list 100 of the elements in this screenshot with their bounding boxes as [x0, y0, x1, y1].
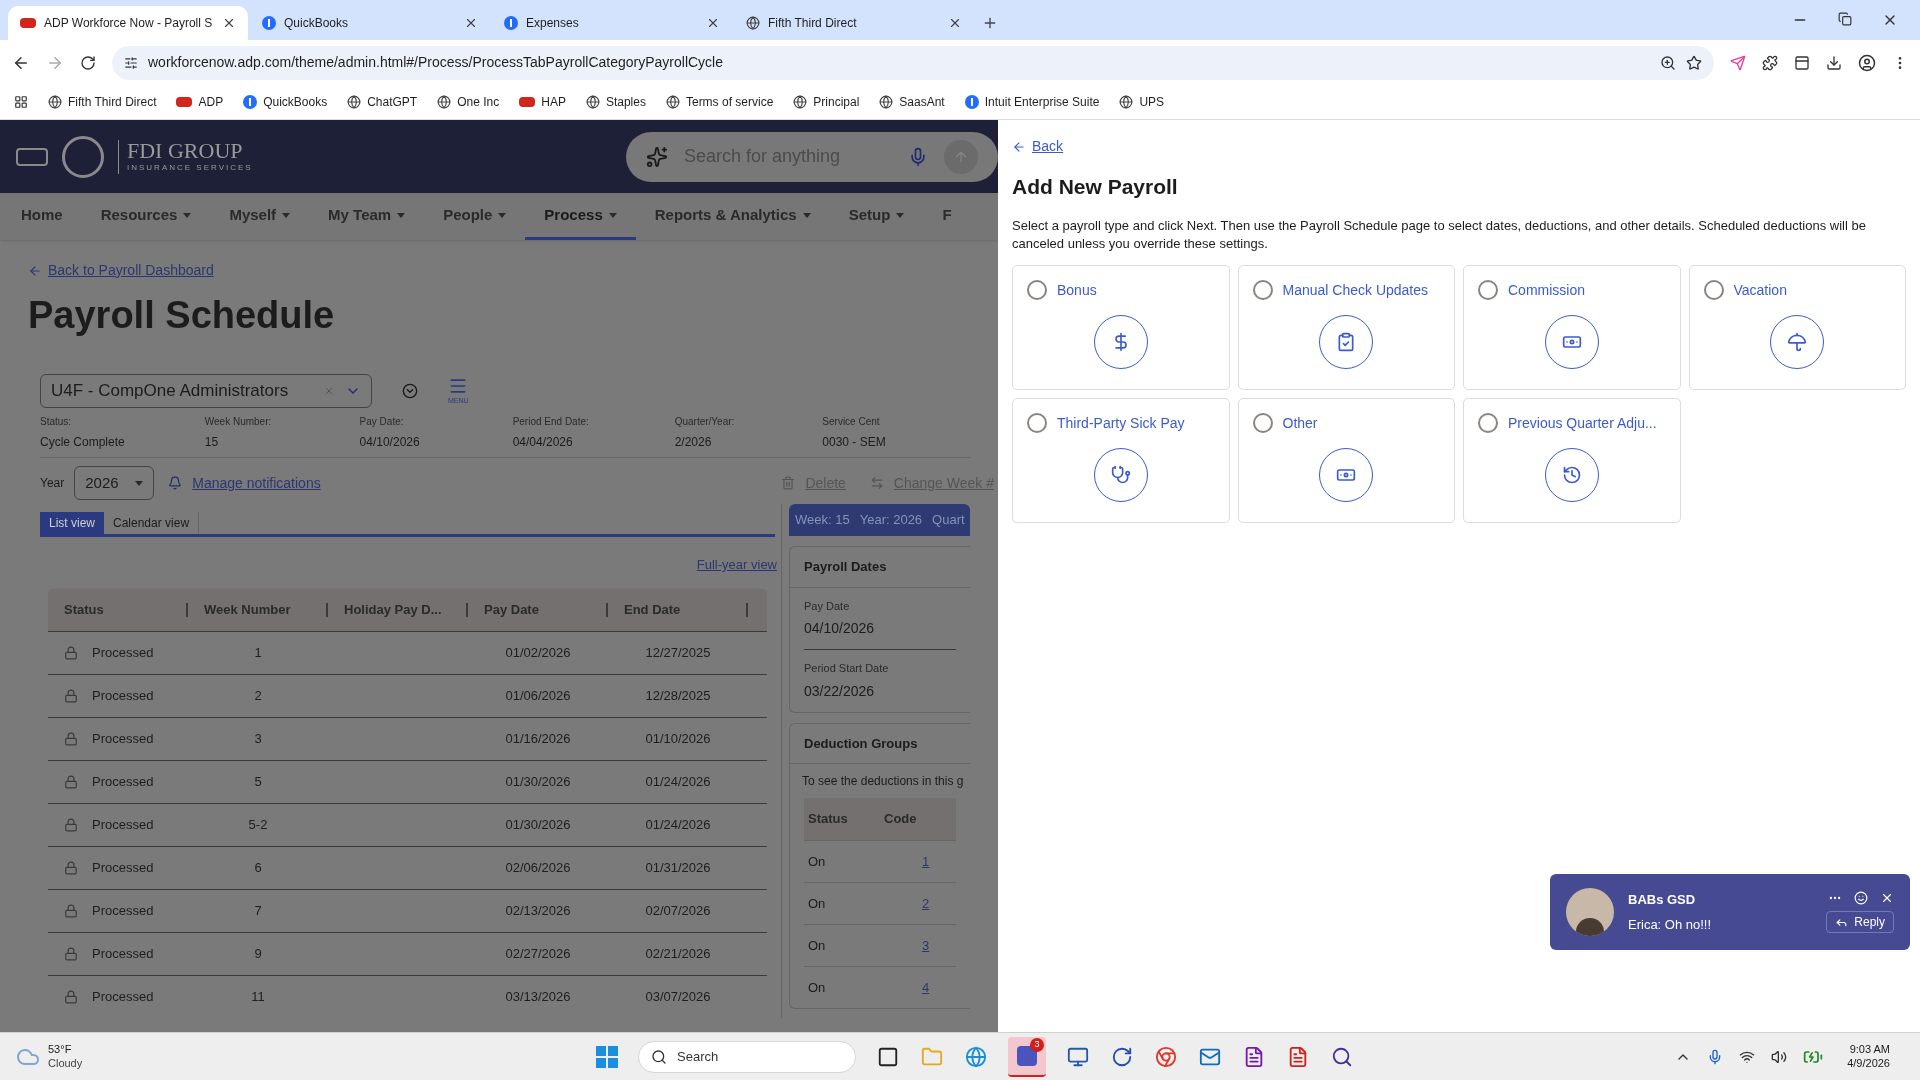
nav-tab[interactable]: Home	[2, 193, 82, 240]
radio-button[interactable]	[1027, 280, 1047, 300]
close-tab-icon[interactable]	[464, 16, 478, 30]
payroll-type-card[interactable]: Other	[1237, 397, 1455, 523]
back-link[interactable]: Back	[1012, 136, 1906, 157]
payroll-type-card[interactable]: Previous Quarter Adju...	[1463, 397, 1681, 523]
clock[interactable]: 9:03 AM 4/9/2026	[1847, 1042, 1890, 1071]
bookmark-item[interactable]: QuickBooks	[243, 93, 328, 111]
bookmark-item[interactable]: ADP	[176, 93, 224, 111]
mic-icon[interactable]	[908, 146, 928, 167]
column-header: Week Number	[204, 600, 291, 619]
company-value: U4F - CompOne Administrators	[51, 380, 290, 403]
status-cell-text: On	[807, 936, 827, 955]
nav-tab[interactable]: My Team	[309, 193, 425, 240]
address-bar[interactable]: workforcenow.adp.com/theme/admin.html#/Process/ProcessTabPayrollCategoryPayrollCycle	[112, 45, 1714, 80]
week-cell-text: 11	[251, 987, 265, 1006]
radio-button[interactable]	[1478, 280, 1498, 300]
close-tab-icon[interactable]	[222, 16, 236, 30]
bookmark-item[interactable]: Terms of service	[665, 93, 774, 111]
status-cell-text: Processed	[92, 815, 154, 834]
view-tab[interactable]: List view	[40, 512, 104, 534]
volume-icon[interactable]	[1771, 1048, 1788, 1065]
bookmark-item[interactable]: UPS	[1119, 93, 1165, 111]
browser-tab[interactable]: Expenses	[492, 6, 732, 40]
new-tab-icon[interactable]	[982, 15, 998, 31]
view-tab[interactable]: Calendar view	[104, 512, 200, 534]
bell-icon	[168, 476, 183, 490]
payroll-type-card[interactable]: Vacation	[1688, 264, 1906, 390]
tab-title: ADP Workforce Now - Payroll S	[44, 15, 214, 32]
bookmark-item[interactable]: Staples	[585, 93, 646, 111]
restore-icon[interactable]	[1838, 12, 1852, 26]
bookmark-item[interactable]: One Inc	[437, 93, 500, 111]
start-icon[interactable]	[596, 1045, 618, 1068]
browser-tab[interactable]: QuickBooks	[250, 6, 490, 40]
radio-button[interactable]	[1478, 413, 1498, 433]
field-value: 2/2026	[674, 434, 713, 451]
search-placeholder: Search	[677, 1047, 719, 1066]
radio-button[interactable]	[1252, 280, 1273, 300]
extensions-icon[interactable]	[1762, 54, 1778, 71]
bookmark-item[interactable]: Intuit Enterprise Suite	[964, 93, 1100, 111]
radio-button[interactable]	[1027, 413, 1047, 433]
close-tab-icon[interactable]	[948, 16, 962, 30]
profile-icon[interactable]	[1858, 53, 1876, 72]
bookmark-item[interactable]: Principal	[793, 93, 860, 111]
payroll-type-card[interactable]: Bonus	[1012, 264, 1230, 390]
week-cell-text: 2	[254, 686, 262, 705]
teams-icon[interactable]: 3	[1008, 1036, 1046, 1077]
nav-tab[interactable]: Resources	[81, 193, 211, 240]
bookmark-item[interactable]: ChatGPT	[347, 93, 418, 111]
extension-icon[interactable]	[1730, 54, 1746, 71]
bookmark-item[interactable]: SaasAnt	[879, 93, 945, 111]
status-cell-text: On	[807, 894, 827, 913]
download-icon[interactable]	[1826, 54, 1842, 71]
close-icon[interactable]	[1880, 891, 1894, 905]
year-select[interactable]: 2026	[74, 466, 155, 500]
payroll-type-card[interactable]: Commission	[1463, 264, 1681, 390]
nav-tab[interactable]: People	[424, 193, 526, 240]
reply-button[interactable]: Reply	[1826, 911, 1894, 933]
nav-tab[interactable]: F	[923, 193, 971, 240]
arrow-left-icon	[1012, 139, 1026, 154]
bookmark-item[interactable]: HAP	[519, 93, 566, 111]
column-header: Pay Date	[484, 600, 539, 619]
react-icon[interactable]	[1854, 891, 1868, 905]
option-label: Other	[1282, 413, 1318, 433]
payroll-type-card[interactable]: Third-Party Sick Pay	[1012, 397, 1230, 523]
reload-icon[interactable]	[80, 54, 96, 71]
expand-icon[interactable]	[402, 383, 418, 399]
status-cell-text: Processed	[92, 772, 154, 791]
nav-tab[interactable]: Reports & Analytics	[635, 193, 830, 240]
tab-search-icon[interactable]	[1794, 54, 1810, 71]
taskbar-search-field[interactable]: Search	[638, 1040, 856, 1073]
zoom-icon[interactable]	[1660, 54, 1676, 71]
globe-icon	[879, 95, 894, 109]
globe-icon	[347, 95, 362, 109]
status-cell-text: On	[807, 978, 827, 997]
radio-button[interactable]	[1252, 413, 1273, 433]
week-cell-text: 9	[254, 944, 262, 963]
globe-icon[interactable]	[964, 1044, 988, 1069]
nav-tab[interactable]: Process	[525, 193, 636, 240]
nav-tab[interactable]: Myself	[210, 193, 310, 240]
week-bar-text: Week: 15	[795, 511, 850, 530]
browser-tab[interactable]: ADP Workforce Now - Payroll S	[8, 6, 248, 40]
field-label: Quarter/Year:	[674, 415, 736, 429]
bookmark-star-icon[interactable]	[1686, 54, 1702, 71]
nav-tab[interactable]: Setup	[829, 193, 924, 240]
close-tab-icon[interactable]	[706, 16, 720, 30]
apps-icon[interactable]	[14, 95, 28, 109]
payroll-type-card[interactable]: Manual Check Updates	[1237, 264, 1455, 390]
status-cell-text: Processed	[92, 901, 154, 920]
status-cell-text: Processed	[92, 643, 154, 662]
week-bar-text: Quart	[932, 511, 965, 530]
radio-button[interactable]	[1703, 280, 1724, 300]
browser-tab[interactable]: Fifth Third Direct	[734, 6, 974, 40]
bookmark-item[interactable]: Fifth Third Direct	[48, 93, 157, 111]
company-select[interactable]: U4F - CompOne Administrators	[40, 374, 372, 408]
adp-logo-icon	[519, 97, 536, 107]
site-info-icon	[124, 55, 138, 70]
status-cell-text: Processed	[92, 729, 154, 748]
chrome-icon[interactable]	[1154, 1044, 1178, 1069]
temperature-text: 53°F	[48, 1042, 73, 1057]
